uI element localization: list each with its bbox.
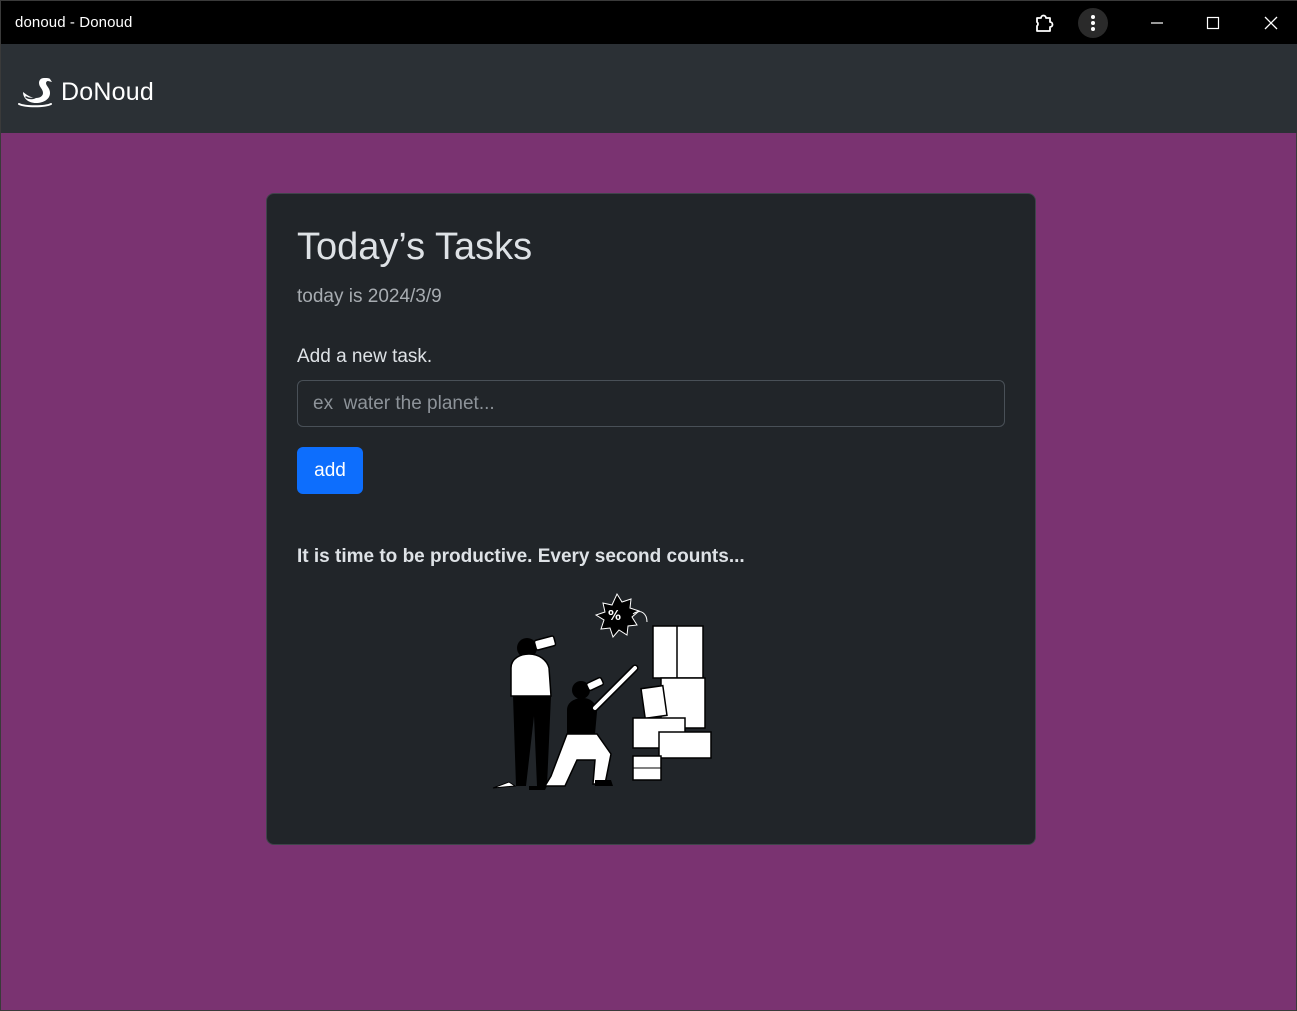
app-menu-button[interactable] bbox=[1077, 1, 1109, 44]
minimize-button[interactable] bbox=[1135, 1, 1179, 44]
window-title: donoud - Donoud bbox=[15, 14, 133, 31]
people-looking-at-boxes-illustration: % bbox=[492, 592, 712, 790]
close-icon bbox=[1264, 16, 1278, 29]
menu-icon bbox=[1091, 14, 1095, 31]
extensions-icon bbox=[1036, 14, 1054, 32]
maximize-icon bbox=[1206, 16, 1220, 29]
maximize-button[interactable] bbox=[1191, 1, 1235, 44]
motivation-text: It is time to be productive. Every secon… bbox=[297, 546, 745, 567]
brand-name: DoNoud bbox=[61, 77, 154, 106]
brand-link[interactable]: DoNoud bbox=[17, 74, 154, 110]
tasks-card: Today’s Tasks today is 2024/3/9 Add a ne… bbox=[266, 193, 1036, 845]
page-title: Today’s Tasks bbox=[297, 226, 533, 268]
app-navbar: DoNoud bbox=[1, 44, 1297, 133]
new-task-label: Add a new task. bbox=[297, 346, 433, 367]
extensions-button[interactable] bbox=[1025, 1, 1063, 44]
date-subtitle: today is 2024/3/9 bbox=[297, 286, 442, 307]
svg-text:%: % bbox=[608, 609, 621, 624]
minimize-icon bbox=[1151, 21, 1163, 24]
swan-icon bbox=[18, 78, 52, 108]
window-title-bar: donoud - Donoud bbox=[1, 1, 1297, 44]
add-task-button[interactable]: add bbox=[297, 447, 363, 494]
close-button[interactable] bbox=[1249, 1, 1293, 44]
new-task-input[interactable] bbox=[297, 380, 1005, 427]
